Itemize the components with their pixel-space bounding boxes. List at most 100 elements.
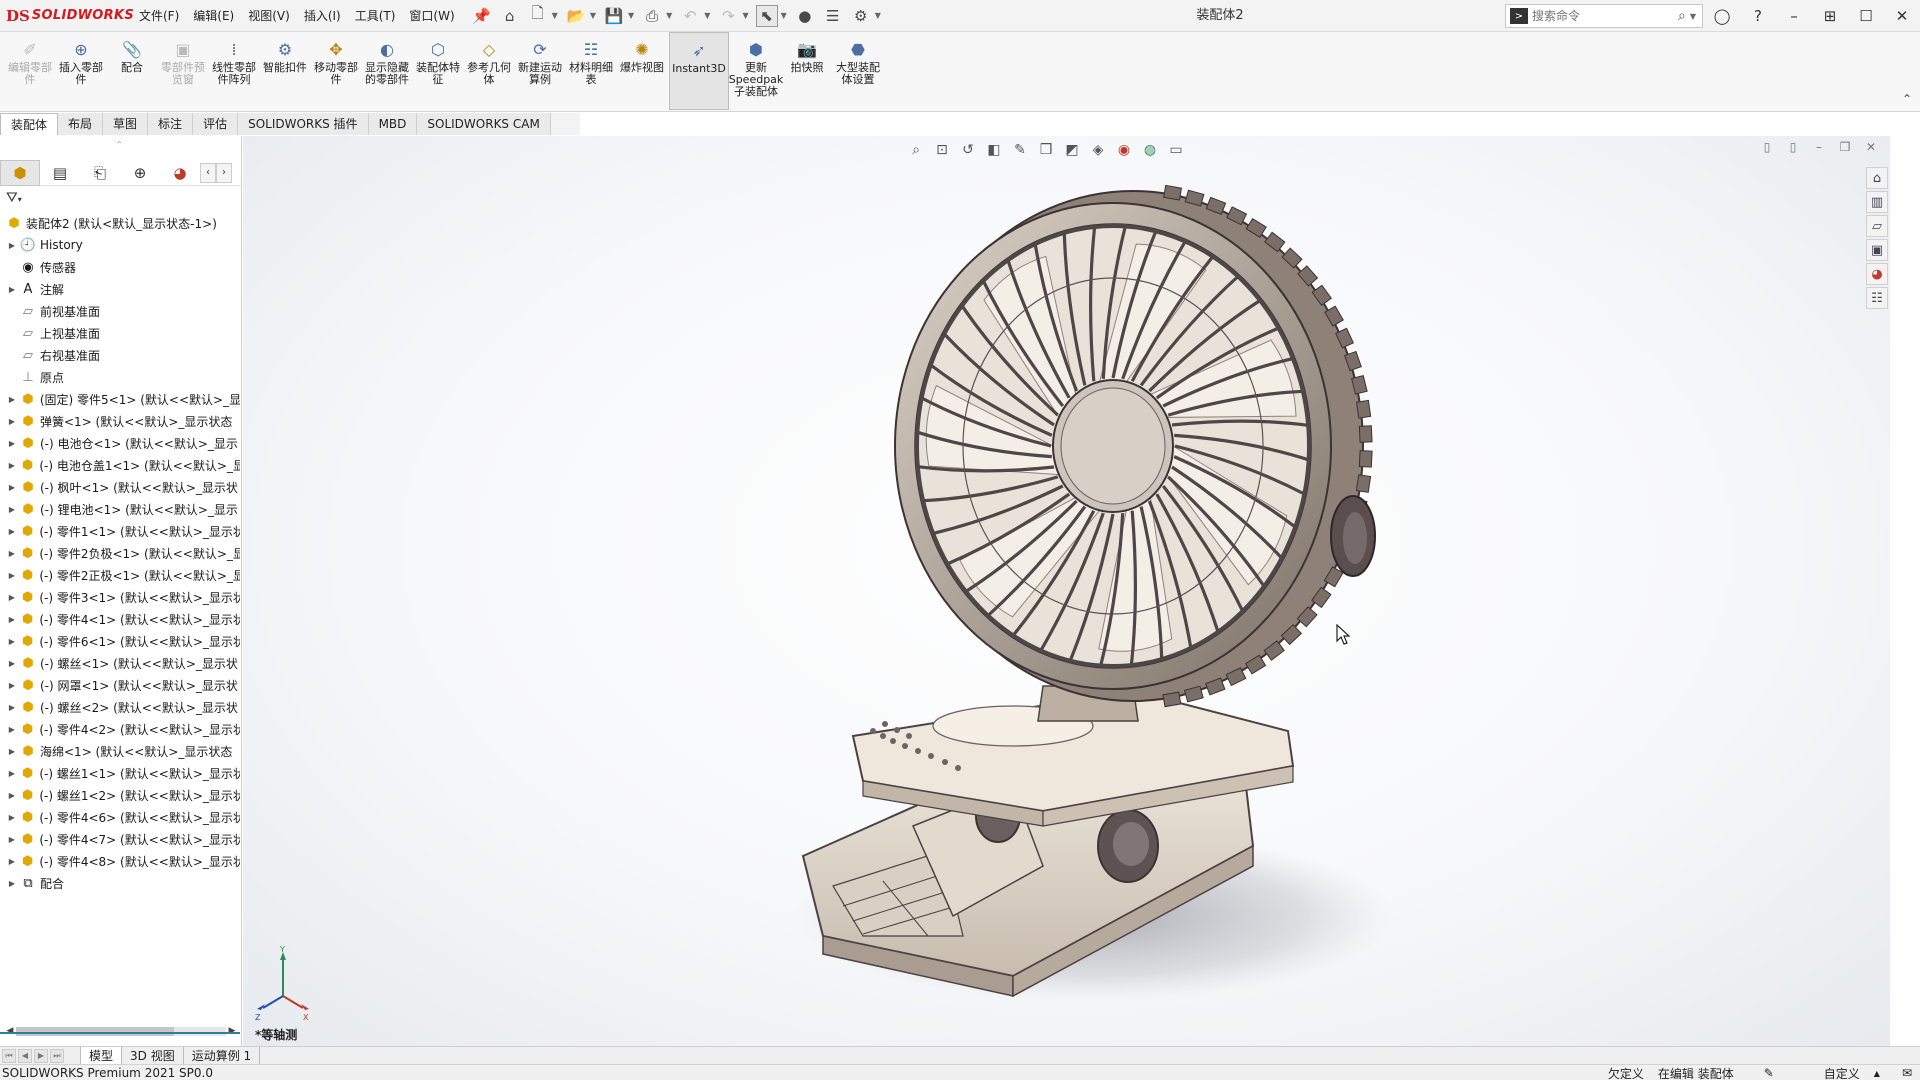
minimize-icon[interactable]: – bbox=[1776, 0, 1812, 32]
expand-arrow-icon[interactable]: ▶ bbox=[6, 439, 18, 448]
ribbon-button-exploded-view[interactable]: ✺ 爆炸视图 bbox=[618, 32, 666, 110]
expand-arrow-icon[interactable]: ▶ bbox=[6, 659, 18, 668]
tree-item[interactable]: ▶ A 注解 bbox=[0, 278, 240, 300]
tree-item-part[interactable]: ▶ ⬢ (-) 零件2负极<1> (默认<<默认>_显 bbox=[0, 542, 240, 564]
expand-arrow-icon[interactable]: ▶ bbox=[6, 703, 18, 712]
undo-dropdown-icon[interactable]: ▼ bbox=[704, 11, 710, 20]
open-dropdown-icon[interactable]: ▼ bbox=[590, 11, 596, 20]
tree-item-part[interactable]: ▶ ⬢ (-) 枫叶<1> (默认<<默认>_显示状 bbox=[0, 476, 240, 498]
scroll-right-icon[interactable]: ▶ bbox=[226, 1026, 238, 1036]
menu-tools[interactable]: 工具(T) bbox=[348, 0, 403, 32]
new-dropdown-icon[interactable]: ▼ bbox=[552, 11, 558, 20]
menu-window[interactable]: 窗口(W) bbox=[402, 0, 461, 32]
tree-item-part[interactable]: ▶ ⬢ (-) 零件4<1> (默认<<默认>_显示状 bbox=[0, 608, 240, 630]
expand-arrow-icon[interactable]: ▶ bbox=[6, 747, 18, 756]
expand-arrow-icon[interactable]: ▶ bbox=[6, 505, 18, 514]
ribbon-button-speedpak[interactable]: ⬢ 更新Speedpak子装配体 bbox=[729, 32, 784, 110]
menu-insert[interactable]: 插入(I) bbox=[297, 0, 348, 32]
traffic-light-icon[interactable]: ● bbox=[794, 5, 816, 27]
ribbon-button-move-component[interactable]: ✥ 移动零部件 bbox=[312, 32, 360, 110]
first-tab-icon[interactable]: ⏮ bbox=[2, 1048, 16, 1063]
tab-evaluate[interactable]: 评估 bbox=[193, 113, 239, 135]
tree-item-part[interactable]: ▶ ⬢ (-) 零件2正极<1> (默认<<默认>_显 bbox=[0, 564, 240, 586]
prev-tab-icon[interactable]: ◀ bbox=[18, 1048, 32, 1063]
expand-arrow-icon[interactable]: ▶ bbox=[6, 791, 18, 800]
ribbon-button-smart-fasteners[interactable]: ⚙ 智能扣件 bbox=[261, 32, 309, 110]
tree-item-part[interactable]: ▶ ⬢ (-) 零件4<2> (默认<<默认>_显示状 bbox=[0, 718, 240, 740]
panel-grip-icon[interactable]: ⌃ bbox=[116, 140, 123, 149]
scroll-track[interactable] bbox=[16, 1026, 226, 1036]
menu-view[interactable]: 视图(V) bbox=[241, 0, 297, 32]
appearances-icon[interactable]: ◕ bbox=[1866, 263, 1888, 285]
tree-item-part[interactable]: ▶ ⬢ (-) 螺丝1<2> (默认<<默认>_显示状 bbox=[0, 784, 240, 806]
expand-arrow-icon[interactable]: ▶ bbox=[6, 857, 18, 866]
tab-mbd[interactable]: MBD bbox=[368, 113, 418, 135]
expand-arrow-icon[interactable]: ▶ bbox=[6, 571, 18, 580]
ribbon-button-linear-pattern[interactable]: ⁞ 线性零部件阵列 bbox=[210, 32, 258, 110]
tree-item[interactable]: ◉ 传感器 bbox=[0, 256, 240, 278]
ribbon-button-large-assembly[interactable]: ⬣ 大型装配体设置 bbox=[834, 32, 882, 110]
ribbon-button-mate[interactable]: 📎 配合 bbox=[108, 32, 156, 110]
search-input[interactable] bbox=[1532, 9, 1672, 23]
expand-arrow-icon[interactable]: ▶ bbox=[6, 615, 18, 624]
expand-arrow-icon[interactable]: ▶ bbox=[6, 813, 18, 822]
close-icon[interactable]: ✕ bbox=[1884, 0, 1920, 32]
tab-addins[interactable]: SOLIDWORKS 插件 bbox=[238, 113, 369, 135]
design-library-icon[interactable]: ▥ bbox=[1866, 191, 1888, 213]
units-dropdown-icon[interactable]: ▲ bbox=[1874, 1069, 1880, 1078]
resources-home-icon[interactable]: ⌂ bbox=[1866, 167, 1888, 189]
last-tab-icon[interactable]: ⏭ bbox=[50, 1048, 64, 1063]
ribbon-button-component-preview[interactable]: ▣ 零部件预览窗 bbox=[159, 32, 207, 110]
fan-3d-model[interactable] bbox=[713, 146, 1433, 1026]
scroll-left-icon[interactable]: ◀ bbox=[4, 1026, 16, 1036]
ribbon-button-snapshot[interactable]: 📷 拍快照 bbox=[783, 32, 831, 110]
panel-prev-icon[interactable]: ‹ bbox=[200, 162, 216, 183]
custom-properties-icon[interactable]: ☷ bbox=[1866, 287, 1888, 309]
tree-horizontal-scrollbar[interactable]: ◀ ▶ bbox=[4, 1024, 238, 1038]
viewport-pane-left-icon[interactable]: ▯ bbox=[1754, 140, 1780, 154]
expand-arrow-icon[interactable]: ▶ bbox=[6, 725, 18, 734]
select-cursor-icon[interactable]: ⬉ bbox=[755, 4, 778, 27]
expand-arrow-icon[interactable]: ▶ bbox=[6, 483, 18, 492]
configuration-manager-tab-icon[interactable]: ⎗ bbox=[80, 160, 120, 186]
file-properties-icon[interactable]: ☰ bbox=[822, 5, 844, 27]
unit-system[interactable]: 自定义 bbox=[1824, 1065, 1860, 1080]
tree-item[interactable]: ▶ 🕘 History bbox=[0, 234, 240, 256]
tree-item-part[interactable]: ▶ ⬢ 海绵<1> (默认<<默认>_显示状态 bbox=[0, 740, 240, 762]
display-manager-tab-icon[interactable]: ◕ bbox=[160, 160, 200, 186]
expand-arrow-icon[interactable]: ▶ bbox=[6, 395, 18, 404]
tree-item[interactable]: ⊥ 原点 bbox=[0, 366, 240, 388]
tree-item-part[interactable]: ▶ ⬢ (-) 锂电池<1> (默认<<默认>_显示 bbox=[0, 498, 240, 520]
tree-item[interactable]: ▶ ⧉ 配合 bbox=[0, 872, 240, 894]
expand-arrow-icon[interactable]: ▶ bbox=[6, 637, 18, 646]
viewport-pane-right-icon[interactable]: ▯ bbox=[1780, 140, 1806, 154]
tab-sketch[interactable]: 草图 bbox=[103, 113, 149, 135]
view-palette-icon[interactable]: ▣ bbox=[1866, 239, 1888, 261]
menu-edit[interactable]: 编辑(E) bbox=[186, 0, 241, 32]
expand-arrow-icon[interactable]: ▶ bbox=[6, 593, 18, 602]
expand-arrow-icon[interactable]: ▶ bbox=[6, 769, 18, 778]
print-dropdown-icon[interactable]: ▼ bbox=[666, 11, 672, 20]
tree-item-part[interactable]: ▶ ⬢ (-) 零件3<1> (默认<<默认>_显示状 bbox=[0, 586, 240, 608]
expand-arrow-icon[interactable]: ▶ bbox=[6, 241, 18, 250]
collapse-ribbon-icon[interactable]: ⌃ bbox=[1902, 92, 1912, 106]
options-gear-icon[interactable]: ⚙ bbox=[850, 5, 872, 27]
tab-layout[interactable]: 布局 bbox=[58, 113, 104, 135]
user-account-icon[interactable]: ◯ bbox=[1704, 0, 1740, 32]
property-manager-tab-icon[interactable]: ▤ bbox=[40, 160, 80, 186]
expand-arrow-icon[interactable]: ▶ bbox=[6, 527, 18, 536]
search-commands-box[interactable]: > ⌕ ▼ bbox=[1505, 4, 1703, 28]
menu-file[interactable]: 文件(F) bbox=[132, 0, 186, 32]
tree-item-part[interactable]: ▶ ⬢ (-) 电池仓盖1<1> (默认<<默认>_显 bbox=[0, 454, 240, 476]
next-tab-icon[interactable]: ▶ bbox=[34, 1048, 48, 1063]
expand-arrow-icon[interactable]: ▶ bbox=[6, 285, 18, 294]
open-folder-icon[interactable]: 📂 bbox=[565, 5, 587, 27]
expand-arrow-icon[interactable]: ▶ bbox=[6, 681, 18, 690]
tree-item[interactable]: ▱ 上视基准面 bbox=[0, 322, 240, 344]
tab-assembly[interactable]: 装配体 bbox=[0, 113, 59, 135]
tab-markup[interactable]: 标注 bbox=[148, 113, 194, 135]
print-icon[interactable]: ⎙ bbox=[641, 5, 663, 27]
tile-windows-icon[interactable]: ⊞ bbox=[1812, 0, 1848, 32]
tree-item-part[interactable]: ▶ ⬢ (-) 零件4<6> (默认<<默认>_显示状 bbox=[0, 806, 240, 828]
ribbon-button-insert-components[interactable]: ⊕ 插入零部件 bbox=[57, 32, 105, 110]
